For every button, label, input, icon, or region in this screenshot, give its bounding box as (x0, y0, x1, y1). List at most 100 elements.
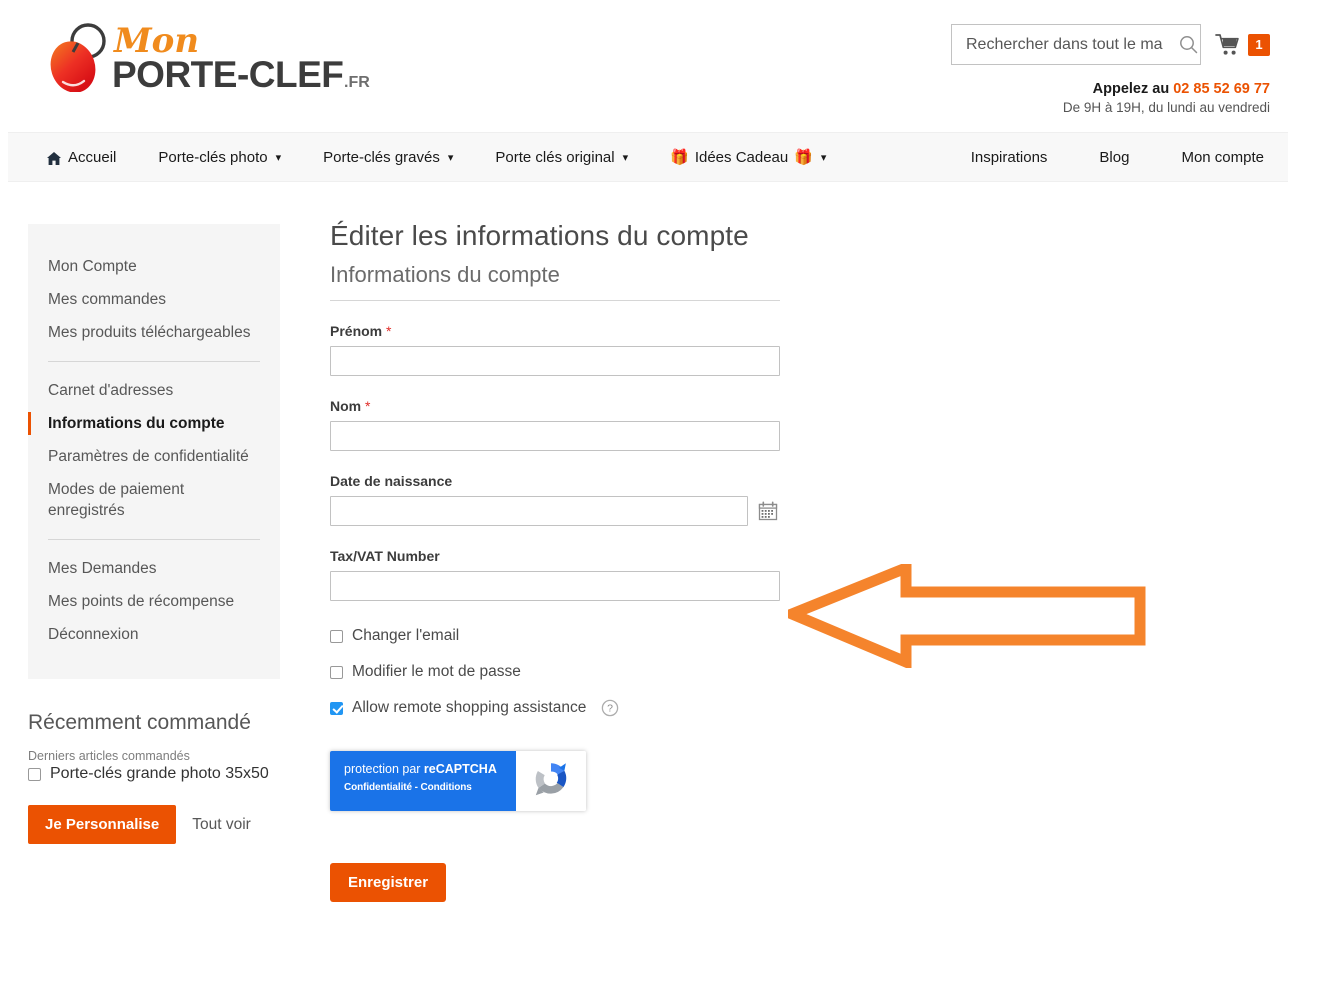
required-marker: * (386, 323, 392, 339)
nav-item-mon-compte[interactable]: Mon compte (1181, 149, 1264, 166)
account-nav-group-1: Mon Compte Mes commandes Mes produits té… (28, 250, 280, 349)
field-label-prenom: Prénom * (330, 323, 800, 339)
svg-text:PORTE-CLEF: PORTE-CLEF (112, 54, 343, 92)
option-label: Modifier le mot de passe (352, 663, 521, 680)
chevron-down-icon: ▾ (820, 151, 827, 164)
cart-icon[interactable] (1215, 33, 1242, 57)
site-logo[interactable]: Mon PORTE-CLEF .FR (28, 12, 388, 92)
fieldset-legend: Informations du compte (330, 262, 780, 301)
field-control (330, 346, 800, 376)
search-box[interactable] (951, 24, 1201, 65)
nav-item-blog[interactable]: Blog (1099, 149, 1129, 166)
nav-label: Porte-clés photo (158, 148, 268, 166)
sidebar-item-points-recompense[interactable]: Mes points de récompense (28, 585, 280, 618)
search-icon[interactable] (1179, 35, 1198, 54)
annotation-arrow-left (777, 559, 1148, 671)
calendar-icon[interactable] (758, 501, 778, 521)
option-modifier-mot-de-passe[interactable]: Modifier le mot de passe (330, 663, 800, 681)
recaptcha-logo-panel (516, 751, 586, 811)
label-text: Tax/VAT Number (330, 548, 440, 564)
sidebar-item-label: Mes produits téléchargeables (48, 324, 251, 341)
sidebar-item-label: Mes points de récompense (48, 593, 235, 610)
list-item[interactable]: Porte-clés grande photo 35x50 (28, 765, 280, 783)
search-input[interactable] (964, 34, 1175, 55)
option-label: Allow remote shopping assistance (352, 699, 587, 716)
sidebar-item-modes-paiement[interactable]: Modes de paiement enregistrés (28, 473, 280, 527)
nav-label: Idées Cadeau (694, 148, 789, 166)
svg-text:?: ? (607, 703, 613, 715)
sidebar-item-deconnexion[interactable]: Déconnexion (28, 618, 280, 651)
nav-item-idees-cadeau[interactable]: 🎁 Idées Cadeau 🎁 ▾ (670, 148, 827, 167)
form-actions: Enregistrer (330, 863, 800, 902)
field-control (330, 496, 800, 526)
nav-item-porte-cles-graves[interactable]: Porte-clés gravés ▾ (323, 149, 453, 166)
gift-icon-left: 🎁 (670, 149, 689, 166)
prenom-input[interactable] (330, 346, 780, 376)
nav-item-inspirations[interactable]: Inspirations (971, 149, 1048, 166)
recently-ordered-block: Récemment commandé Derniers articles com… (28, 711, 280, 844)
label-text: Nom (330, 398, 362, 414)
nom-input[interactable] (330, 421, 780, 451)
label-text: Prénom (330, 323, 383, 339)
nav-secondary-group: Inspirations Blog Mon compte (919, 149, 1288, 166)
nav-label: Porte clés original (495, 148, 615, 166)
field-tax-vat-number: Tax/VAT Number (330, 548, 800, 601)
nav-label: Accueil (68, 148, 117, 166)
sidebar-item-label: Informations du compte (48, 415, 225, 432)
sidebar-divider (48, 361, 260, 362)
sidebar-item-parametres-confidentialite[interactable]: Paramètres de confidentialité (28, 440, 280, 473)
opening-hours: De 9H à 19H, du lundi au vendredi (1062, 100, 1270, 115)
field-date-de-naissance: Date de naissance (330, 473, 800, 526)
sidebar-divider (48, 539, 260, 540)
site-header: Mon PORTE-CLEF .FR Rechercher dans tout … (0, 0, 1326, 126)
phone-number[interactable]: 02 85 52 69 77 (1173, 81, 1270, 97)
recaptcha-line1-strong: reCAPTCHA (423, 762, 497, 776)
nav-item-porte-cles-original[interactable]: Porte clés original ▾ (495, 149, 628, 166)
option-allow-remote-assistance[interactable]: Allow remote shopping assistance ? (330, 699, 800, 717)
changer-email-checkbox[interactable] (330, 629, 343, 643)
nav-item-porte-cles-photo[interactable]: Porte-clés photo ▾ (158, 149, 281, 166)
sidebar-item-informations-du-compte[interactable]: Informations du compte (28, 407, 280, 440)
recaptcha-line1: protection par reCAPTCHA (344, 762, 516, 777)
cart-count-badge: 1 (1248, 33, 1270, 56)
cart-link[interactable]: 1 (1215, 33, 1270, 57)
allow-remote-assistance-checkbox[interactable] (330, 701, 343, 715)
page-root: Mon PORTE-CLEF .FR Rechercher dans tout … (0, 0, 1326, 990)
account-nav-group-3: Mes Demandes Mes points de récompense Dé… (28, 552, 280, 651)
sidebar-item-label: Paramètres de confidentialité (48, 448, 249, 465)
view-all-link[interactable]: Tout voir (192, 816, 251, 834)
main-navigation: Accueil Porte-clés photo ▾ Porte-clés gr… (8, 132, 1288, 182)
nav-label: Porte-clés gravés (323, 148, 440, 166)
recaptcha-line2[interactable]: Confidentialité - Conditions (344, 782, 516, 793)
recently-ordered-actions: Je Personnalise Tout voir (28, 805, 280, 844)
sidebar-item-mon-compte[interactable]: Mon Compte (28, 250, 280, 283)
recently-ordered-item-label: Porte-clés grande photo 35x50 (50, 765, 269, 782)
recently-ordered-subtitle: Derniers articles commandés (28, 749, 190, 763)
field-label-nom: Nom * (330, 398, 800, 414)
personalize-button[interactable]: Je Personnalise (28, 805, 177, 844)
recaptcha-badge[interactable]: protection par reCAPTCHA Confidentialité… (330, 751, 586, 811)
recently-ordered-title: Récemment commandé (28, 711, 251, 734)
sidebar-item-carnet-adresses[interactable]: Carnet d'adresses (28, 374, 280, 407)
home-icon (46, 151, 62, 166)
chevron-down-icon: ▾ (622, 151, 629, 164)
search-and-cart: 1 (951, 24, 1270, 65)
tax-vat-number-input[interactable] (330, 571, 780, 601)
recently-ordered-checkbox[interactable] (28, 767, 41, 781)
phone-label: Appelez au (1092, 81, 1170, 97)
sidebar-item-mes-commandes[interactable]: Mes commandes (28, 283, 280, 316)
option-label: Changer l'email (352, 627, 460, 644)
sidebar-item-label: Mon Compte (48, 258, 137, 275)
save-button[interactable]: Enregistrer (330, 863, 447, 902)
sidebar-item-produits-telechargeables[interactable]: Mes produits téléchargeables (28, 316, 280, 349)
sidebar-item-label: Mes Demandes (48, 560, 157, 577)
sidebar-item-label: Carnet d'adresses (48, 382, 174, 399)
nav-item-accueil[interactable]: Accueil (46, 149, 116, 166)
modifier-mot-de-passe-checkbox[interactable] (330, 665, 343, 679)
recaptcha-text-panel: protection par reCAPTCHA Confidentialité… (330, 751, 516, 811)
label-text: Date de naissance (330, 473, 453, 489)
help-icon[interactable]: ? (601, 699, 619, 717)
date-de-naissance-input[interactable] (330, 496, 748, 526)
sidebar-item-mes-demandes[interactable]: Mes Demandes (28, 552, 280, 585)
option-changer-email[interactable]: Changer l'email (330, 627, 800, 645)
